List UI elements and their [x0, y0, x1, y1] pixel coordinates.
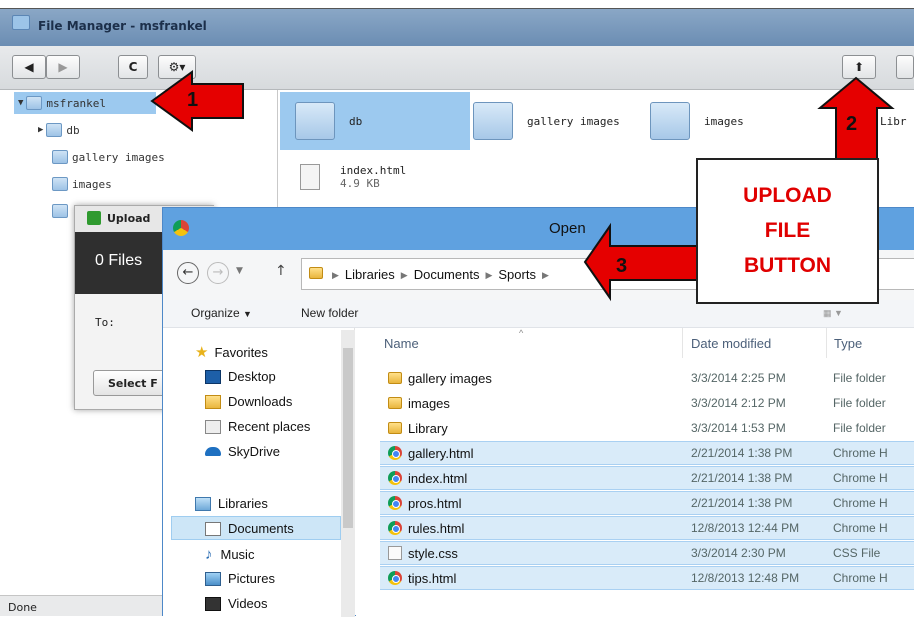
callout-text-line: BUTTON — [743, 254, 832, 277]
callout-number-1: 1 — [187, 89, 199, 111]
upload-file-button-callout: UPLOAD FILE BUTTON — [696, 158, 879, 304]
annotation-overlay — [150, 70, 895, 302]
callout-text-line: UPLOAD — [743, 184, 832, 207]
arrow-3 — [583, 222, 701, 302]
callout-number-2: 2 — [846, 113, 858, 135]
callout-text-line: FILE — [764, 219, 811, 242]
callout-number-3: 3 — [616, 255, 628, 277]
